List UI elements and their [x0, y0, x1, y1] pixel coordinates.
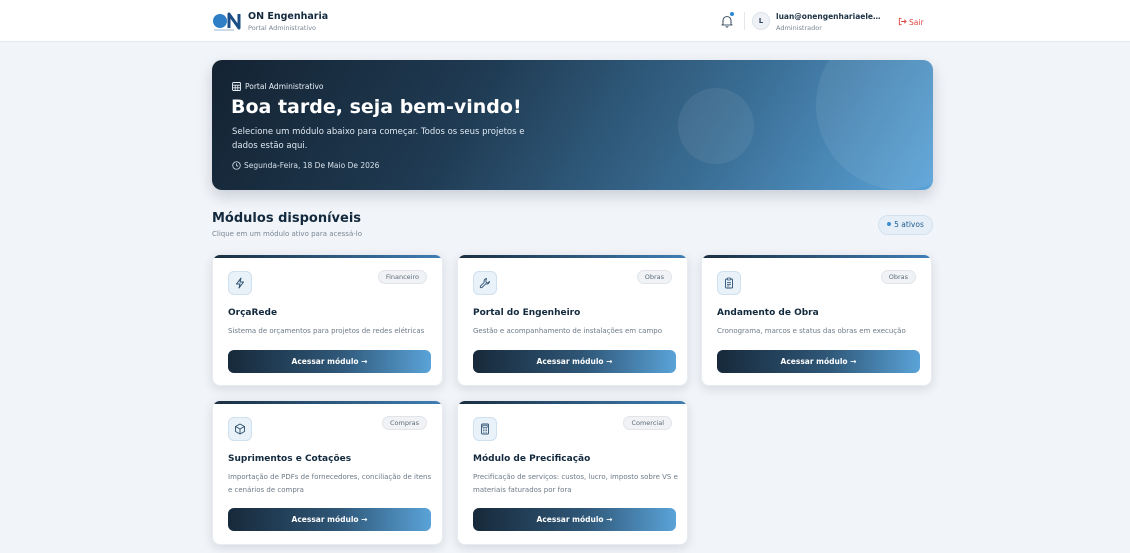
decorative-circle — [816, 60, 933, 190]
module-card-orcarede[interactable]: Financeiro OrçaRede Sistema de orçamento… — [212, 254, 443, 386]
calculator-icon — [473, 417, 497, 441]
bell-icon[interactable] — [720, 14, 734, 28]
category-tag: Obras — [636, 270, 672, 284]
user-role: Administrador — [776, 24, 822, 32]
status-dot — [887, 222, 892, 226]
logout-button[interactable]: Sair — [898, 17, 924, 27]
card-accent-bar — [213, 401, 442, 404]
grid-icon — [232, 82, 241, 91]
card-accent-bar — [213, 255, 442, 258]
card-title: OrçaRede — [228, 308, 278, 318]
avatar[interactable]: L — [752, 12, 770, 30]
module-card-precificacao[interactable]: Comercial Módulo de Precificação Precifi… — [457, 400, 688, 545]
access-module-button[interactable]: Acessar módulo → — [717, 350, 920, 373]
card-accent-bar — [702, 255, 931, 258]
logout-icon — [898, 17, 907, 26]
module-card-suprimentos[interactable]: Compras Suprimentos e Cotações Importaçã… — [212, 400, 443, 545]
header-divider — [744, 12, 745, 30]
banner-kicker: Portal Administrativo — [232, 82, 324, 91]
brand-title: ON Engenharia — [248, 11, 329, 22]
modules-subtitle: Clique em um módulo ativo para acessá-lo — [212, 230, 362, 238]
category-tag: Compras — [381, 416, 427, 430]
module-card-portal-engenheiro[interactable]: Obras Portal do Engenheiro Gestão e acom… — [457, 254, 688, 386]
brand-logo[interactable] — [212, 10, 242, 32]
access-module-button[interactable]: Acessar módulo → — [228, 508, 431, 531]
clipboard-icon — [717, 271, 741, 295]
box-icon — [228, 417, 252, 441]
access-module-button[interactable]: Acessar módulo → — [473, 508, 676, 531]
banner-date-label: Segunda-Feira, 18 De Maio De 2026 — [244, 161, 380, 170]
banner-title: Boa tarde, seja bem-vindo! — [231, 96, 522, 118]
access-module-button[interactable]: Acessar módulo → — [473, 350, 676, 373]
card-description: Sistema de orçamentos para projetos de r… — [228, 327, 425, 335]
card-description: Importação de PDFs de fornecedores, conc… — [228, 473, 432, 494]
top-bar: ON Engenharia Portal Administrativo L lu… — [0, 0, 1130, 42]
modules-title: Módulos disponíveis — [212, 211, 362, 226]
notification-dot — [730, 12, 734, 16]
module-card-andamento-obra[interactable]: Obras Andamento de Obra Cronograma, marc… — [701, 254, 932, 386]
decorative-circle — [678, 88, 754, 164]
banner-date: Segunda-Feira, 18 De Maio De 2026 — [232, 161, 379, 170]
card-title: Andamento de Obra — [717, 308, 819, 318]
clock-icon — [232, 161, 241, 170]
card-title: Portal do Engenheiro — [473, 308, 581, 318]
banner-description: Selecione um módulo abaixo para começar.… — [232, 127, 525, 151]
card-description: Precificação de serviços: custos, lucro,… — [473, 473, 678, 494]
category-tag: Financeiro — [377, 270, 427, 284]
active-count-badge: 5 ativos — [878, 215, 933, 235]
banner-kicker-label: Portal Administrativo — [245, 82, 324, 91]
active-count-label: 5 ativos — [894, 220, 924, 229]
card-description: Cronograma, marcos e status das obras em… — [717, 327, 906, 335]
card-title: Módulo de Precificação — [473, 454, 591, 464]
user-email[interactable]: luan@onengenhariaeletric... — [776, 12, 884, 21]
category-tag: Comercial — [623, 416, 672, 430]
zap-icon — [228, 271, 252, 295]
card-accent-bar — [458, 255, 687, 258]
logout-label: Sair — [909, 18, 924, 27]
brand-subtitle: Portal Administrativo — [248, 24, 317, 32]
card-accent-bar — [458, 401, 687, 404]
access-module-button[interactable]: Acessar módulo → — [228, 350, 431, 373]
wrench-icon — [473, 271, 497, 295]
card-description: Gestão e acompanhamento de instalações e… — [473, 327, 663, 335]
card-title: Suprimentos e Cotações — [228, 454, 352, 464]
category-tag: Obras — [880, 270, 916, 284]
welcome-banner: Portal Administrativo Boa tarde, seja be… — [212, 60, 933, 190]
